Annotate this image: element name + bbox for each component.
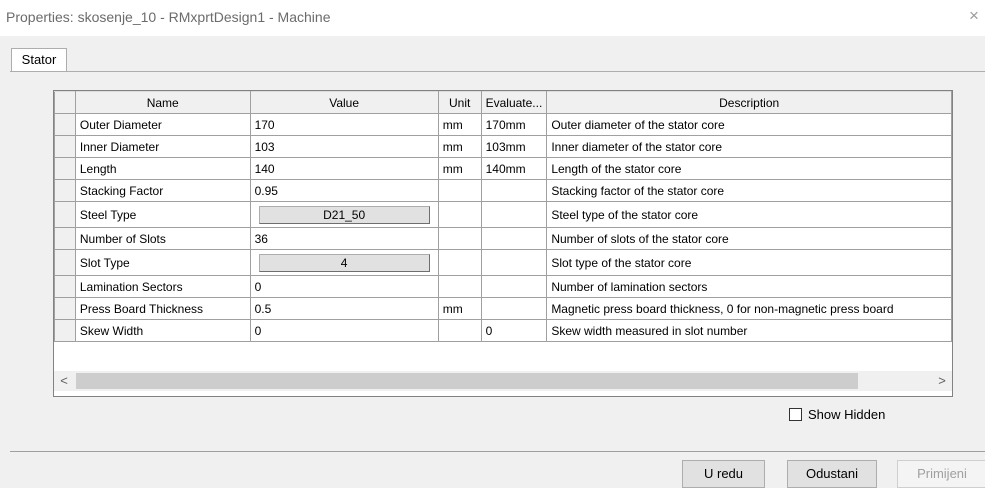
cell-description: Number of lamination sectors	[546, 275, 952, 298]
cell-value[interactable]: 0.95	[249, 179, 439, 202]
cell-unit[interactable]: mm	[437, 297, 482, 320]
table-row[interactable]: Number of Slots 36 Number of slots of the …	[54, 227, 952, 250]
horizontal-scrollbar[interactable]: < >	[54, 371, 952, 391]
cell-name: Steel Type	[74, 201, 251, 228]
table-row[interactable]: Slot Type 4 Slot type of the stator core	[54, 249, 952, 276]
cell-unit[interactable]	[437, 179, 482, 202]
cell-unit[interactable]: mm	[437, 113, 482, 136]
row-selector[interactable]	[54, 135, 76, 158]
properties-table: Name Value Unit Evaluate... Description …	[54, 91, 952, 342]
cell-name: Lamination Sectors	[74, 275, 251, 298]
footer-divider	[10, 451, 985, 452]
cell-value[interactable]: 0	[249, 319, 439, 342]
cell-name: Length	[74, 157, 251, 180]
row-selector[interactable]	[54, 179, 76, 202]
table-row[interactable]: Length 140 mm 140mm Length of the stator cor…	[54, 157, 952, 180]
row-selector[interactable]	[54, 201, 76, 228]
column-header-name[interactable]: Name	[74, 91, 251, 114]
cell-description: Magnetic press board thickness, 0 for no…	[546, 297, 952, 320]
cell-evaluated	[480, 179, 548, 202]
cell-unit[interactable]: mm	[437, 157, 482, 180]
table-row[interactable]: Outer Diameter 170 mm 170mm Outer diameter o…	[54, 113, 952, 136]
cancel-button[interactable]: Odustani	[787, 460, 877, 488]
show-hidden-label: Show Hidden	[808, 406, 886, 422]
cell-description: Stacking factor of the stator core	[546, 179, 952, 202]
table-row[interactable]: Lamination Sectors 0 Number of lamination …	[54, 275, 952, 298]
cell-name: Slot Type	[74, 249, 251, 276]
cell-description: Steel type of the stator core	[546, 201, 952, 228]
show-hidden-option[interactable]: Show Hidden	[789, 405, 885, 423]
row-selector[interactable]	[54, 319, 76, 342]
row-selector[interactable]	[54, 227, 76, 250]
header-corner	[54, 91, 76, 114]
cell-description: Inner diameter of the stator core	[546, 135, 952, 158]
cell-evaluated	[480, 201, 548, 228]
cell-value[interactable]: 0.5	[249, 297, 439, 320]
cell-unit[interactable]	[437, 227, 482, 250]
column-header-value[interactable]: Value	[249, 91, 439, 114]
row-selector[interactable]	[54, 249, 76, 276]
cell-evaluated: 0	[480, 319, 548, 342]
value-select-button[interactable]: D21_50	[258, 205, 430, 224]
cell-description: Skew width measured in slot number	[546, 319, 952, 342]
cell-value: 4	[249, 249, 439, 276]
scrollbar-thumb[interactable]	[76, 373, 858, 389]
row-selector[interactable]	[54, 113, 76, 136]
row-selector[interactable]	[54, 297, 76, 320]
cell-name: Press Board Thickness	[74, 297, 251, 320]
scroll-left-icon[interactable]: <	[54, 371, 74, 391]
cell-evaluated	[480, 297, 548, 320]
tab-divider	[10, 71, 985, 72]
column-header-description[interactable]: Description	[546, 91, 952, 114]
cell-description: Outer diameter of the stator core	[546, 113, 952, 136]
cell-evaluated: 140mm	[480, 157, 548, 180]
cell-value[interactable]: 0	[249, 275, 439, 298]
cell-unit[interactable]	[437, 319, 482, 342]
cell-unit[interactable]	[437, 201, 482, 228]
cell-unit[interactable]: mm	[437, 135, 482, 158]
row-selector[interactable]	[54, 275, 76, 298]
cell-value[interactable]: 103	[249, 135, 439, 158]
properties-grid: Name Value Unit Evaluate... Description …	[53, 90, 953, 397]
close-icon[interactable]: ×	[963, 5, 985, 27]
cell-evaluated: 103mm	[480, 135, 548, 158]
cell-name: Skew Width	[74, 319, 251, 342]
cell-value[interactable]: 140	[249, 157, 439, 180]
cell-name: Stacking Factor	[74, 179, 251, 202]
cell-evaluated: 170mm	[480, 113, 548, 136]
cell-description: Slot type of the stator core	[546, 249, 952, 276]
cell-value: D21_50	[249, 201, 439, 228]
window-title: Properties: skosenje_10 - RMxprtDesign1 …	[6, 9, 331, 25]
show-hidden-checkbox[interactable]	[789, 407, 802, 421]
header-row: Name Value Unit Evaluate... Description	[54, 91, 952, 114]
column-header-evaluated[interactable]: Evaluate...	[480, 91, 548, 114]
ok-button[interactable]: U redu	[682, 460, 765, 488]
cell-description: Number of slots of the stator core	[546, 227, 952, 250]
cell-name: Outer Diameter	[74, 113, 251, 136]
cell-name: Inner Diameter	[74, 135, 251, 158]
table-row[interactable]: Inner Diameter 103 mm 103mm Inner diameter o…	[54, 135, 952, 158]
apply-button[interactable]: Primijeni	[897, 460, 985, 488]
row-selector[interactable]	[54, 157, 76, 180]
scroll-right-icon[interactable]: >	[932, 371, 952, 391]
cell-unit[interactable]	[437, 275, 482, 298]
cell-name: Number of Slots	[74, 227, 251, 250]
tab-stator[interactable]: Stator	[11, 48, 67, 71]
table-row[interactable]: Skew Width 0 0 Skew width measured in slot …	[54, 319, 952, 342]
cell-evaluated	[480, 227, 548, 250]
table-row[interactable]: Stacking Factor 0.95 Stacking factor of th…	[54, 179, 952, 202]
cell-unit[interactable]	[437, 249, 482, 276]
cell-evaluated	[480, 275, 548, 298]
table-row[interactable]: Press Board Thickness 0.5 mm Magnetic press…	[54, 297, 952, 320]
value-select-button[interactable]: 4	[258, 253, 430, 272]
cell-value[interactable]: 170	[249, 113, 439, 136]
cell-description: Length of the stator core	[546, 157, 952, 180]
column-header-unit[interactable]: Unit	[437, 91, 482, 114]
cell-evaluated	[480, 249, 548, 276]
title-bar: Properties: skosenje_10 - RMxprtDesign1 …	[0, 0, 985, 36]
cell-value[interactable]: 36	[249, 227, 439, 250]
table-row[interactable]: Steel Type D21_50 Steel type of the stator…	[54, 201, 952, 228]
